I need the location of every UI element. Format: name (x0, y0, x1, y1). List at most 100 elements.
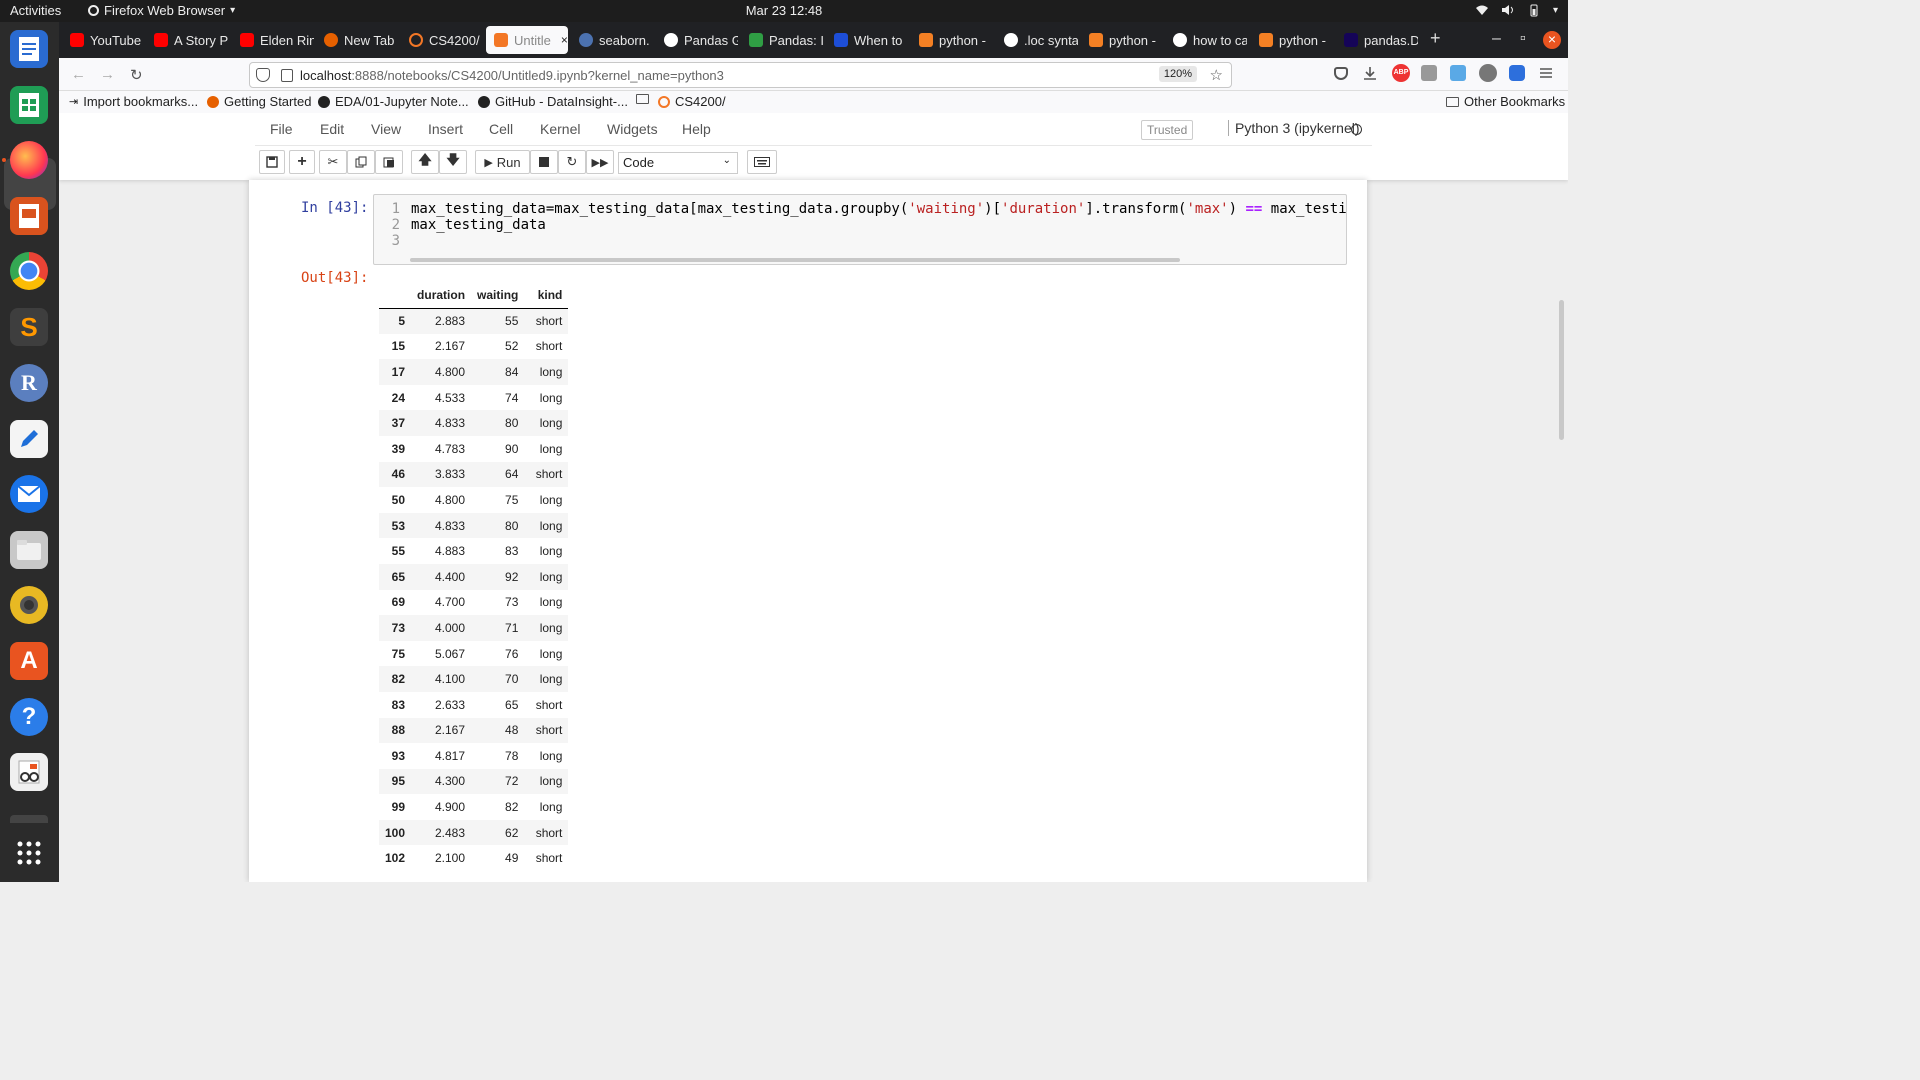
save-button[interactable] (259, 150, 285, 174)
tab-cs4200[interactable]: CS4200/ (401, 26, 483, 54)
bookmark-folder[interactable] (636, 94, 649, 104)
menu-kernel[interactable]: Kernel (540, 121, 580, 137)
forward-button[interactable]: → (100, 66, 115, 83)
table-cell: 4.817 (435, 748, 466, 763)
software-center-icon[interactable]: A (10, 642, 48, 680)
tab-pandas-d[interactable]: pandas.D (1336, 26, 1418, 54)
menu-insert[interactable]: Insert (428, 121, 463, 137)
code-token: max_testing (1270, 201, 1347, 217)
page-info-icon[interactable] (281, 69, 293, 82)
menu-widgets[interactable]: Widgets (607, 121, 658, 137)
text-editor-icon[interactable] (10, 420, 48, 458)
close-tab-icon[interactable]: × (561, 33, 568, 47)
extension-w-icon[interactable] (1479, 64, 1497, 82)
tab-pandas-g[interactable]: Pandas G (656, 26, 738, 54)
code-horizontal-scrollbar[interactable] (410, 258, 1180, 262)
r-icon[interactable]: R (10, 364, 48, 402)
chrome-icon[interactable] (10, 252, 48, 290)
tab-pandas-i[interactable]: Pandas: I (741, 26, 823, 54)
cell-type-select[interactable]: Code ⌄ (618, 152, 738, 174)
tab-when-to[interactable]: When to (826, 26, 908, 54)
tab-python-3[interactable]: python - (1251, 26, 1333, 54)
downloads-icon[interactable] (1363, 66, 1377, 80)
terminal-icon-partial[interactable] (10, 815, 48, 823)
table-row: 102 2.100 49 short (379, 845, 568, 871)
copy-icon (355, 156, 367, 168)
tab-python-1[interactable]: python - (911, 26, 993, 54)
url-bar[interactable]: localhost:8888/notebooks/CS4200/Untitled… (249, 62, 1232, 88)
back-button[interactable]: ← (71, 66, 86, 83)
cut-button[interactable]: ✂ (319, 150, 347, 174)
insert-cell-button[interactable]: + (289, 150, 315, 174)
url-text[interactable]: localhost:8888/notebooks/CS4200/Untitled… (300, 68, 724, 83)
clock[interactable]: Mar 23 12:48 (0, 3, 1568, 18)
restart-run-all-button[interactable]: ▶▶ (586, 150, 614, 174)
show-applications-icon[interactable] (10, 834, 48, 872)
other-bookmarks[interactable]: Other Bookmarks (1446, 94, 1565, 109)
move-down-button[interactable]: 🡇 (439, 150, 467, 174)
restart-button[interactable]: ↻ (558, 150, 586, 174)
kernel-name[interactable]: Python 3 (ipykernel) (1228, 120, 1360, 136)
minimize-button[interactable]: – (1492, 30, 1501, 48)
thunderbird-icon[interactable] (10, 475, 48, 513)
table-cell: 4.783 (435, 441, 466, 456)
code-cell-editor[interactable]: 1 2 3 max_testing_data=max_testing_data[… (373, 194, 1347, 265)
bookmark-github-datainsight[interactable]: GitHub - DataInsight-... (478, 94, 628, 109)
restore-button[interactable]: ▫ (1520, 30, 1526, 48)
tab-new-tab[interactable]: New Tab (316, 26, 398, 54)
firefox-icon[interactable] (10, 141, 48, 179)
interrupt-button[interactable] (530, 150, 558, 174)
bookmark-getting-started[interactable]: Getting Started (207, 94, 311, 109)
tab-how-to[interactable]: how to ca (1165, 26, 1247, 54)
translate-icon[interactable] (1450, 65, 1466, 81)
pocket-icon[interactable] (1334, 67, 1348, 80)
adblock-icon[interactable]: ABP (1392, 64, 1410, 82)
menu-help[interactable]: Help (682, 121, 711, 137)
menu-view[interactable]: View (371, 121, 401, 137)
table-row: 95 4.300 72 long (379, 768, 569, 795)
tab-seaborn[interactable]: seaborn. (571, 26, 653, 54)
run-button[interactable]: ▶ Run (475, 150, 530, 174)
tracking-shield-icon[interactable] (256, 68, 270, 82)
calc-icon[interactable] (10, 86, 48, 124)
zoom-meeting-icon[interactable] (1509, 65, 1525, 81)
extension-k-icon[interactable] (1421, 65, 1437, 81)
tab-untitled-active[interactable]: Untitle × (486, 26, 568, 54)
menu-file[interactable]: File (270, 121, 293, 137)
impress-icon[interactable] (10, 197, 48, 235)
menu-cell[interactable]: Cell (489, 121, 513, 137)
bookmark-cs4200[interactable]: CS4200/ (658, 94, 726, 109)
tab-python-2[interactable]: python - (1081, 26, 1163, 54)
code-text[interactable]: max_testing_data=max_testing_data[max_te… (411, 201, 1347, 233)
page-vertical-scrollbar[interactable] (1559, 300, 1564, 440)
tab-elden-ring[interactable]: Elden Rin (232, 26, 314, 54)
bookmark-import[interactable]: ⇥ Import bookmarks... (69, 94, 198, 109)
command-palette-button[interactable] (747, 150, 777, 174)
files-icon[interactable] (10, 531, 48, 569)
app-menu[interactable]: Firefox Web Browser ▾ (88, 3, 235, 18)
help-icon[interactable]: ? (10, 698, 48, 736)
tab-a-story[interactable]: A Story P (146, 26, 228, 54)
menu-edit[interactable]: Edit (320, 121, 344, 137)
reload-button[interactable]: ↻ (130, 66, 143, 84)
sublime-icon[interactable]: S (10, 308, 48, 346)
new-tab-button[interactable]: + (1430, 28, 1441, 49)
trusted-badge[interactable]: Trusted (1141, 120, 1194, 140)
rhythmbox-icon[interactable] (10, 586, 48, 624)
hamburger-menu-icon[interactable] (1539, 66, 1557, 84)
bookmark-star-icon[interactable]: ☆ (1210, 66, 1223, 84)
activities-button[interactable]: Activities (10, 3, 61, 18)
writer-icon[interactable] (10, 30, 48, 68)
zoom-level-badge[interactable]: 120% (1158, 66, 1197, 82)
close-window-button[interactable]: × (1543, 31, 1561, 49)
paste-button[interactable] (375, 150, 403, 174)
bookmark-eda-jupyter[interactable]: EDA/01-Jupyter Note... (318, 94, 469, 109)
system-tray[interactable]: ▾ (1475, 3, 1558, 17)
tab-youtube[interactable]: YouTube (62, 26, 144, 54)
navigation-bar: ← → ↻ localhost:8888/notebooks/CS4200/Un… (59, 58, 1568, 91)
document-viewer-icon[interactable] (10, 753, 48, 791)
tab-label: how to ca (1193, 32, 1247, 48)
copy-button[interactable] (347, 150, 375, 174)
tab-loc-syntax[interactable]: .loc synta (996, 26, 1078, 54)
move-up-button[interactable]: 🡅 (411, 150, 439, 174)
